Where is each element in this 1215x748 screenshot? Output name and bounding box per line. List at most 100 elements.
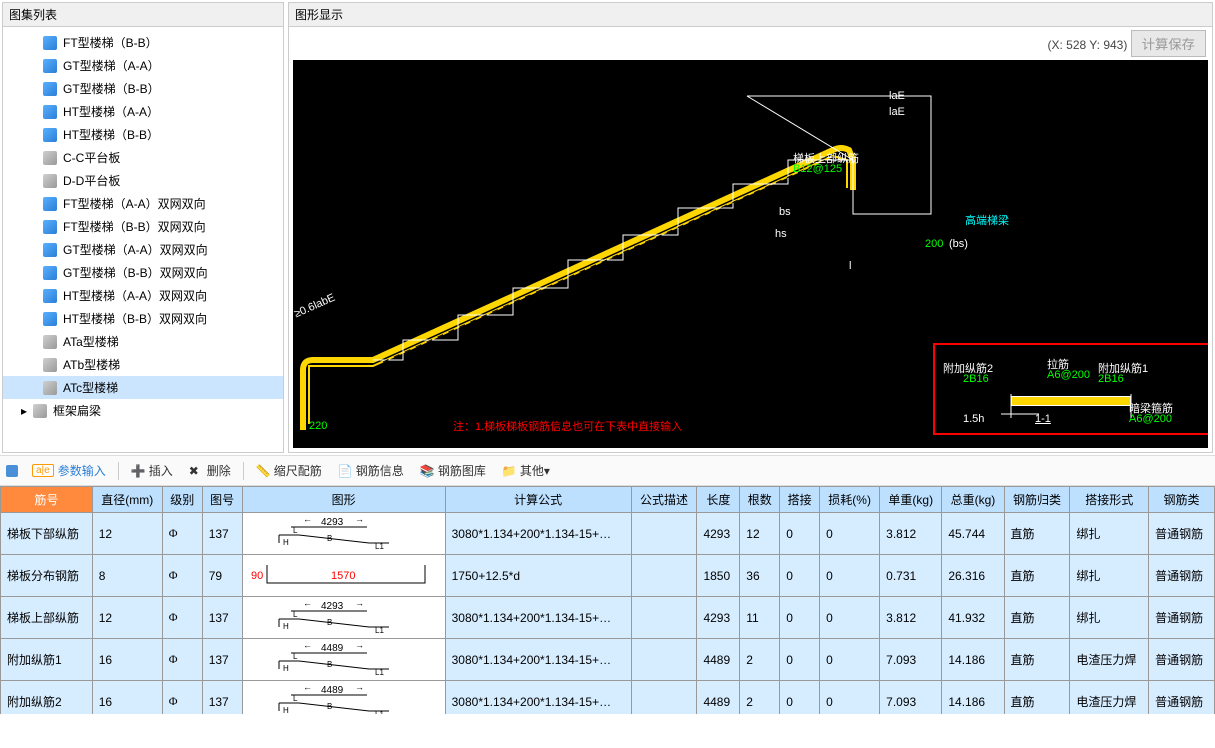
tree-item[interactable]: GT型楼梯（B-B）双网双向 — [3, 261, 283, 284]
table-cell[interactable]: 绑扎 — [1070, 513, 1149, 555]
table-cell[interactable]: 45.744 — [942, 513, 1004, 555]
table-cell[interactable]: 绑扎 — [1070, 597, 1149, 639]
table-cell[interactable]: 4293 — [697, 513, 740, 555]
table-header[interactable]: 计算公式 — [445, 487, 631, 513]
rebar-table-wrap[interactable]: 筋号直径(mm)级别图号图形计算公式公式描述长度根数搭接损耗(%)单重(kg)总… — [0, 486, 1215, 714]
table-cell[interactable]: 3.812 — [880, 513, 942, 555]
table-cell[interactable]: 0 — [780, 513, 820, 555]
table-cell[interactable]: 4489 — [697, 639, 740, 681]
table-cell[interactable]: 1850 — [697, 555, 740, 597]
tree-item[interactable]: HT型楼梯（B-B）双网双向 — [3, 307, 283, 330]
table-header[interactable]: 筋号 — [1, 487, 93, 513]
table-cell[interactable]: 0 — [820, 555, 880, 597]
insert-button[interactable]: ➕插入 — [123, 460, 181, 481]
tree-item[interactable]: FT型楼梯（B-B）双网双向 — [3, 215, 283, 238]
table-cell[interactable]: 12 — [92, 597, 162, 639]
table-cell[interactable]: 电渣压力焊 — [1070, 681, 1149, 715]
param-input-button[interactable]: a|e 参数输入 — [24, 460, 114, 481]
tree-item[interactable]: GT型楼梯（B-B） — [3, 77, 283, 100]
tree-item[interactable]: D-D平台板 — [3, 169, 283, 192]
table-cell[interactable]: 11 — [740, 597, 780, 639]
table-header[interactable]: 根数 — [740, 487, 780, 513]
table-cell[interactable]: 绑扎 — [1070, 555, 1149, 597]
table-header[interactable]: 总重(kg) — [942, 487, 1004, 513]
tree-item[interactable]: ATc型楼梯 — [3, 376, 283, 399]
table-cell[interactable] — [631, 639, 697, 681]
table-cell[interactable]: 直筋 — [1004, 555, 1070, 597]
table-cell[interactable]: 梯板上部纵筋 — [1, 597, 93, 639]
table-cell[interactable]: 0 — [780, 639, 820, 681]
table-cell[interactable]: 2 — [740, 681, 780, 715]
table-cell[interactable] — [631, 597, 697, 639]
table-row[interactable]: 附加纵筋116Φ1374489 ←→ L B L1 H 3080*1.134+2… — [1, 639, 1215, 681]
table-cell[interactable]: 0 — [820, 513, 880, 555]
tree-item[interactable]: HT型楼梯（A-A）双网双向 — [3, 284, 283, 307]
table-cell[interactable]: 普通钢筋 — [1149, 555, 1215, 597]
expand-icon[interactable]: ▸ — [19, 406, 29, 416]
table-cell[interactable]: 137 — [202, 513, 242, 555]
tree-item[interactable]: C-C平台板 — [3, 146, 283, 169]
table-cell[interactable]: 3080*1.134+200*1.134-15+… — [445, 681, 631, 715]
table-cell[interactable]: 4293 — [697, 597, 740, 639]
table-cell[interactable]: 16 — [92, 681, 162, 715]
tree-item[interactable]: FT型楼梯（A-A）双网双向 — [3, 192, 283, 215]
table-header[interactable]: 钢筋归类 — [1004, 487, 1070, 513]
table-cell[interactable]: 0 — [820, 597, 880, 639]
scale-button[interactable]: 📏缩尺配筋 — [248, 460, 330, 481]
table-cell[interactable]: 90 1570 — [242, 555, 445, 597]
table-row[interactable]: 梯板上部纵筋12Φ1374293 ←→ L B L1 H 3080*1.134+… — [1, 597, 1215, 639]
table-header[interactable]: 单重(kg) — [880, 487, 942, 513]
table-cell[interactable]: 0 — [820, 639, 880, 681]
table-cell[interactable]: 直筋 — [1004, 513, 1070, 555]
table-cell[interactable]: 电渣压力焊 — [1070, 639, 1149, 681]
table-header[interactable]: 长度 — [697, 487, 740, 513]
table-cell[interactable]: 附加纵筋1 — [1, 639, 93, 681]
table-header[interactable]: 公式描述 — [631, 487, 697, 513]
table-cell[interactable]: 直筋 — [1004, 681, 1070, 715]
tree-root-item[interactable]: ▸框架扁梁 — [3, 399, 283, 422]
table-cell[interactable]: 8 — [92, 555, 162, 597]
table-row[interactable]: 附加纵筋216Φ1374489 ←→ L B L1 H 3080*1.134+2… — [1, 681, 1215, 715]
table-cell[interactable]: 梯板分布钢筋 — [1, 555, 93, 597]
table-cell[interactable]: 12 — [740, 513, 780, 555]
other-button[interactable]: 📁其他 ▾ — [494, 460, 558, 481]
table-cell[interactable]: 2 — [740, 639, 780, 681]
tree-item[interactable]: ATb型楼梯 — [3, 353, 283, 376]
table-cell[interactable]: 26.316 — [942, 555, 1004, 597]
table-cell[interactable]: Φ — [162, 513, 202, 555]
cad-viewport[interactable]: 梯板上部纵筋 B12@125 高端梯梁 laE laE bs hs l 200 … — [293, 60, 1208, 448]
table-header[interactable]: 钢筋类 — [1149, 487, 1215, 513]
rebar-lib-button[interactable]: 📚钢筋图库 — [412, 460, 494, 481]
table-cell[interactable]: Φ — [162, 555, 202, 597]
table-cell[interactable]: Φ — [162, 681, 202, 715]
table-cell[interactable]: Φ — [162, 639, 202, 681]
table-cell[interactable]: 0 — [780, 681, 820, 715]
table-cell[interactable]: 7.093 — [880, 639, 942, 681]
calc-save-button[interactable]: 计算保存 — [1131, 30, 1206, 57]
table-cell[interactable]: 普通钢筋 — [1149, 597, 1215, 639]
tree-item[interactable]: GT型楼梯（A-A）双网双向 — [3, 238, 283, 261]
table-cell[interactable]: 14.186 — [942, 681, 1004, 715]
table-cell[interactable]: 79 — [202, 555, 242, 597]
table-cell[interactable]: 7.093 — [880, 681, 942, 715]
table-cell[interactable]: 14.186 — [942, 639, 1004, 681]
rebar-info-button[interactable]: 📄钢筋信息 — [330, 460, 412, 481]
table-row[interactable]: 梯板下部纵筋12Φ1374293 ←→ L B L1 H 3080*1.134+… — [1, 513, 1215, 555]
tree-item[interactable]: FT型楼梯（B-B） — [3, 31, 283, 54]
table-cell[interactable] — [631, 681, 697, 715]
table-header[interactable]: 搭接 — [780, 487, 820, 513]
tree-item[interactable]: HT型楼梯（A-A） — [3, 100, 283, 123]
table-cell[interactable]: 4489 — [697, 681, 740, 715]
table-cell[interactable]: 梯板下部纵筋 — [1, 513, 93, 555]
table-cell[interactable]: 137 — [202, 639, 242, 681]
table-cell[interactable]: 12 — [92, 513, 162, 555]
table-cell[interactable]: 3.812 — [880, 597, 942, 639]
table-cell[interactable]: 41.932 — [942, 597, 1004, 639]
table-cell[interactable]: 3080*1.134+200*1.134-15+… — [445, 513, 631, 555]
table-cell[interactable] — [631, 555, 697, 597]
tree-item[interactable]: GT型楼梯（A-A） — [3, 54, 283, 77]
table-cell[interactable]: 0 — [780, 597, 820, 639]
table-header[interactable]: 图号 — [202, 487, 242, 513]
table-header[interactable]: 搭接形式 — [1070, 487, 1149, 513]
table-cell[interactable]: 1750+12.5*d — [445, 555, 631, 597]
